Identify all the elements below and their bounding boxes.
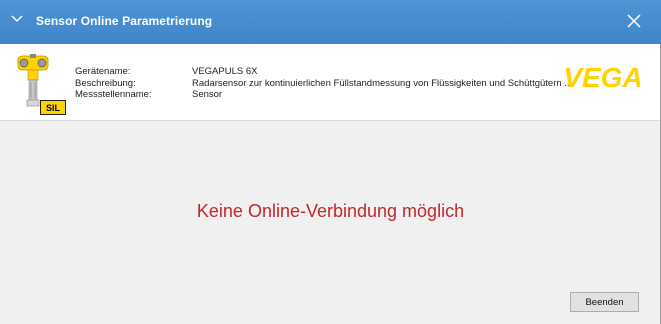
description-value: Radarsensor zur kontinuierlichen Füllsta… <box>192 77 573 89</box>
quit-button[interactable]: Beenden <box>570 292 639 312</box>
tag-name-label: Messstellenname: <box>75 89 152 100</box>
description-label: Beschreibung: <box>75 77 136 89</box>
device-info-labels: Gerätename: Beschreibung: Messstellennam… <box>75 66 152 101</box>
device-name-value: VEGAPULS 6X <box>192 66 258 77</box>
connection-error-message: Keine Online-Verbindung möglich <box>196 201 465 221</box>
device-info-header: SIL Gerätename: Beschreibung: Messstelle… <box>0 44 661 121</box>
vega-logo: VEGA <box>563 62 642 93</box>
logo-text: VEGA <box>566 62 640 92</box>
title-bar: Sensor Online Parametrierung <box>0 0 661 44</box>
dialog-window: Sensor Online Parametrierung SIL Geräten… <box>0 0 661 324</box>
close-icon[interactable] <box>621 8 647 34</box>
main-content: Keine Online-Verbindung möglich Beenden <box>0 121 661 324</box>
device-info-values: VEGAPULS 6X Radarsensor zur kontinuierli… <box>192 66 572 101</box>
sensor-image: SIL <box>14 50 68 116</box>
window-title: Sensor Online Parametrierung <box>36 14 213 28</box>
sil-badge: SIL <box>40 100 66 115</box>
device-name-label: Gerätename: <box>75 66 131 77</box>
chevron-down-icon[interactable] <box>10 12 24 26</box>
tag-name-value: Sensor <box>192 89 223 100</box>
